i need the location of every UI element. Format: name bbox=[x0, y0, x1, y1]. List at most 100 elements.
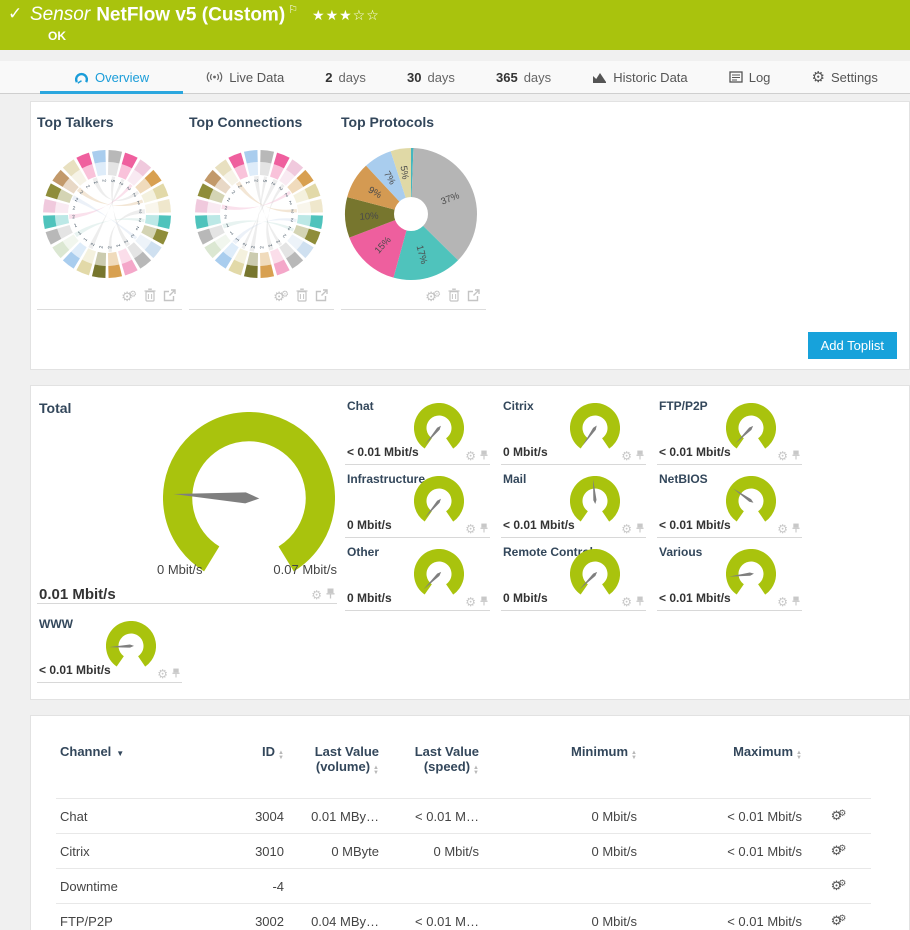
tile-toolbar: ⚙ bbox=[621, 595, 644, 608]
table-row[interactable]: Chat 3004 0.01 MBy… < 0.01 M… 0 Mbit/s < 0.01… bbox=[56, 798, 871, 834]
pin-icon[interactable] bbox=[636, 522, 644, 535]
column-label: Maximum bbox=[733, 744, 794, 759]
pin-icon[interactable] bbox=[172, 667, 180, 680]
total-gauge bbox=[163, 412, 335, 587]
tab-30-days[interactable]: 30 days bbox=[389, 61, 473, 93]
column-header-maximum[interactable]: Maximum ▲ ▼ bbox=[641, 734, 806, 799]
tab-settings[interactable]: ⚙ Settings bbox=[793, 61, 895, 93]
toplist-top-connections: Top Connections 522222222222221112222222… bbox=[189, 114, 341, 310]
table-body: Chat 3004 0.01 MBy… < 0.01 M… 0 Mbit/s < 0.01… bbox=[56, 798, 871, 930]
add-toplist-button[interactable]: Add Toplist bbox=[807, 332, 897, 359]
gear-icon[interactable]: ⚙ bbox=[777, 596, 788, 608]
tab-log[interactable]: Log bbox=[711, 61, 789, 93]
top-protocols-pie-chart[interactable]: 37% 17% 15% 10% 9% 7% 5% bbox=[341, 144, 481, 284]
gauge-title: Other bbox=[347, 545, 380, 559]
total-gauge-tile: Total 0 Mbit/s 0.07 Mbit/s 0.01 Mbit/s ⚙ bbox=[37, 396, 337, 604]
page-title: Sensor NetFlow v5 (Custom) ⚐ ★★★☆☆ bbox=[30, 3, 380, 26]
table-row[interactable]: Citrix 3010 0 MByte 0 Mbit/s 0 Mbit/s < 0.01 … bbox=[56, 833, 871, 869]
gear-icon[interactable]: ⚙ bbox=[777, 523, 788, 535]
column-label: Last Value (speed) bbox=[414, 744, 479, 774]
gear-icon[interactable]: ⚙ bbox=[465, 450, 476, 462]
tab-label: Historic Data bbox=[613, 69, 688, 85]
column-header-channel[interactable]: Channel ▼ bbox=[56, 734, 226, 799]
toplists-panel: Top Talkers 522222222222221112222222 ⚙⚙ … bbox=[30, 101, 910, 370]
tab-bar-wrap: Overview Live Data 2 days 30 days 365 da… bbox=[0, 61, 910, 94]
tile-toolbar: ⚙ bbox=[777, 595, 800, 608]
column-header-last-value-speed[interactable]: Last Value (speed) ▲ ▼ bbox=[383, 734, 483, 799]
table-cell: 0 Mbit/s bbox=[383, 833, 483, 869]
toplist-title: Top Protocols bbox=[341, 114, 435, 130]
table-cell: Chat bbox=[56, 798, 226, 834]
gauge-value: < 0.01 Mbit/s bbox=[659, 518, 731, 532]
gear-icon[interactable]: ⚙ bbox=[311, 589, 322, 601]
table-row[interactable]: FTP/P2P 3002 0.04 MBy… < 0.01 M… 0 Mbit/s < 0… bbox=[56, 903, 871, 930]
tab-bar: Overview Live Data 2 days 30 days 365 da… bbox=[0, 61, 910, 94]
column-header-id[interactable]: ID ▲ ▼ bbox=[226, 734, 288, 799]
external-link-icon[interactable] bbox=[467, 288, 480, 304]
channel-settings-button[interactable]: ⚙⚙ bbox=[806, 903, 871, 930]
external-link-icon[interactable] bbox=[163, 288, 176, 304]
column-header-minimum[interactable]: Minimum ▲ ▼ bbox=[483, 734, 641, 799]
flag-icon[interactable]: ⚐ bbox=[288, 4, 298, 16]
gear-icon[interactable]: ⚙ bbox=[621, 596, 632, 608]
pin-icon[interactable] bbox=[480, 595, 488, 608]
top-connections-chord-chart[interactable]: 522222222222221112222222 bbox=[189, 144, 329, 284]
toplist-top-talkers: Top Talkers 522222222222221112222222 ⚙⚙ bbox=[37, 114, 189, 310]
channel-settings-button[interactable]: ⚙⚙ bbox=[806, 833, 871, 869]
tab-historic-data[interactable]: Historic Data bbox=[574, 61, 705, 93]
pin-icon[interactable] bbox=[326, 588, 335, 601]
channel-gauge-tile: Remote Control 0 Mbit/s ⚙ bbox=[501, 542, 646, 611]
gauge-value: 0.01 Mbit/s bbox=[39, 586, 116, 603]
tab-overview[interactable]: Overview bbox=[40, 61, 184, 94]
channel-settings-button[interactable]: ⚙⚙ bbox=[806, 868, 871, 904]
tile-toolbar: ⚙ bbox=[465, 449, 488, 462]
svg-text:2: 2 bbox=[224, 214, 228, 220]
toplist-settings-icon[interactable]: ⚙⚙ bbox=[273, 289, 289, 303]
gear-icon[interactable]: ⚙ bbox=[465, 596, 476, 608]
toplist-settings-icon[interactable]: ⚙⚙ bbox=[121, 289, 137, 303]
top-talkers-chord-chart[interactable]: 522222222222221112222222 bbox=[37, 144, 177, 284]
gauge-max-label: 0.07 Mbit/s bbox=[273, 562, 337, 577]
table-row[interactable]: Downtime -4 ⚙⚙ bbox=[56, 868, 871, 904]
star-rating[interactable]: ★★★☆☆ bbox=[312, 7, 380, 23]
svg-text:2: 2 bbox=[98, 245, 104, 249]
tab-2-days[interactable]: 2 days bbox=[307, 61, 384, 93]
gear-icon[interactable]: ⚙ bbox=[465, 523, 476, 535]
external-link-icon[interactable] bbox=[315, 288, 328, 304]
pin-icon[interactable] bbox=[792, 595, 800, 608]
gear-icon[interactable]: ⚙ bbox=[621, 523, 632, 535]
gear-icon[interactable]: ⚙ bbox=[157, 668, 168, 680]
table-cell: Downtime bbox=[56, 868, 226, 904]
table-cell: 0 Mbit/s bbox=[483, 903, 641, 930]
pin-icon[interactable] bbox=[480, 449, 488, 462]
trash-icon[interactable] bbox=[144, 288, 156, 304]
pin-icon[interactable] bbox=[636, 449, 644, 462]
channel-gauge-tile: NetBIOS < 0.01 Mbit/s ⚙ bbox=[657, 469, 802, 538]
tile-toolbar: ⚙ bbox=[311, 588, 335, 601]
svg-text:2: 2 bbox=[72, 205, 76, 211]
channel-gauge-tile: Various < 0.01 Mbit/s ⚙ bbox=[657, 542, 802, 611]
channel-gauge bbox=[726, 476, 776, 529]
tab-live-data[interactable]: Live Data bbox=[188, 61, 302, 93]
channel-settings-button[interactable]: ⚙⚙ bbox=[806, 798, 871, 834]
gauge-title: Citrix bbox=[503, 399, 534, 413]
gauge-value: 0 Mbit/s bbox=[347, 591, 392, 605]
gear-icon[interactable]: ⚙ bbox=[777, 450, 788, 462]
gear-icon[interactable]: ⚙ bbox=[621, 450, 632, 462]
svg-text:2: 2 bbox=[282, 232, 288, 239]
tile-toolbar: ⚙ bbox=[621, 449, 644, 462]
pin-icon[interactable] bbox=[792, 522, 800, 535]
tab-365-days[interactable]: 365 days bbox=[478, 61, 569, 93]
gauge-value: 0 Mbit/s bbox=[503, 445, 548, 459]
trash-icon[interactable] bbox=[448, 288, 460, 304]
pin-icon[interactable] bbox=[792, 449, 800, 462]
column-header-last-value-volume[interactable]: Last Value (volume) ▲ ▼ bbox=[288, 734, 383, 799]
tile-toolbar: ⚙ bbox=[465, 595, 488, 608]
column-label: Last Value (volume) bbox=[314, 744, 379, 774]
toplist-settings-icon[interactable]: ⚙⚙ bbox=[425, 289, 441, 303]
pin-icon[interactable] bbox=[480, 522, 488, 535]
pin-icon[interactable] bbox=[636, 595, 644, 608]
toplist-toolbar: ⚙⚙ bbox=[189, 284, 334, 310]
gauge-title: Total bbox=[39, 400, 72, 416]
trash-icon[interactable] bbox=[296, 288, 308, 304]
